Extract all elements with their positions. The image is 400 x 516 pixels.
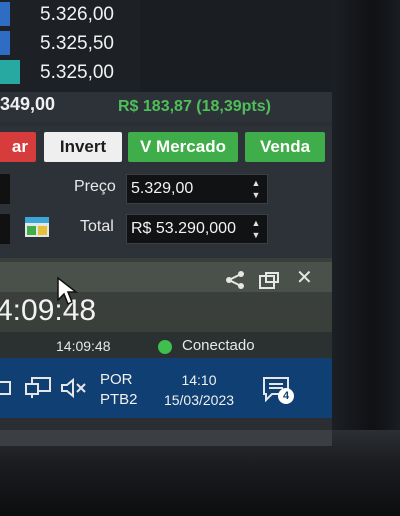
price-label: Preço — [74, 178, 116, 195]
connection-status-row: 14:09:48 Conectado — [0, 332, 332, 358]
system-clock[interactable]: 14:10 15/03/2023 — [154, 370, 244, 410]
server-clock: 4:09:48 — [0, 294, 97, 327]
total-stepper[interactable]: ▲ ▼ — [251, 217, 261, 241]
mouse-cursor-icon — [57, 276, 78, 306]
total-value: R$ 53.290,000 — [131, 220, 236, 237]
invert-button[interactable]: Invert — [44, 132, 122, 162]
order-buttons: ar Invert V Mercado Venda — [0, 126, 332, 166]
battery-icon[interactable] — [0, 376, 12, 400]
order-book-price: 5.326,00 — [40, 4, 114, 25]
input-language[interactable]: POR PTB2 — [100, 370, 138, 410]
connection-status: Conectado — [182, 337, 255, 354]
quantity-field[interactable] — [0, 174, 10, 204]
volume-bar — [0, 2, 10, 26]
order-form: Preço 5.329,00 ▲ ▼ Total R$ 53.290,000 ▲ ▼ — [0, 166, 332, 258]
system-date: 15/03/2023 — [163, 392, 235, 408]
price-value: 5.329,00 — [131, 180, 194, 197]
order-book-price: 5.325,00 — [40, 62, 114, 83]
volume-bar — [0, 31, 10, 55]
order-book: 5.326,00 5.325,50 5.325,00 — [0, 0, 140, 92]
keyboard-layout: PTB2 — [100, 391, 138, 408]
price-input[interactable]: 5.329,00 ▲ ▼ — [126, 174, 268, 204]
system-time: 14:10 — [181, 372, 217, 388]
monitor-lip — [0, 430, 332, 446]
close-icon[interactable]: ✕ — [296, 265, 313, 290]
calculator-icon[interactable] — [24, 216, 50, 238]
sell-market-button[interactable]: V Mercado — [128, 132, 238, 162]
volume-muted-icon[interactable] — [60, 376, 88, 400]
order-book-row[interactable]: 5.325,50 — [0, 29, 140, 57]
stop-field[interactable] — [0, 214, 10, 244]
share-icon[interactable] — [224, 270, 246, 290]
panel-toolbar: ✕ — [0, 262, 332, 292]
notification-count-badge: 4 — [278, 388, 294, 404]
status-panel: ✕ 4:09:48 14:09:48 Conectado — [0, 258, 332, 358]
position-value: 349,00 — [0, 94, 56, 114]
zerar-button[interactable]: ar — [0, 132, 36, 162]
total-label: Total — [80, 218, 114, 235]
screen: 5.326,00 5.325,50 5.325,00 349,00 R$ 183… — [0, 0, 332, 430]
popout-icon[interactable] — [258, 271, 280, 291]
connection-status-dot — [158, 340, 172, 354]
windows-taskbar: POR PTB2 14:10 15/03/2023 4 — [0, 358, 332, 418]
price-stepper[interactable]: ▲ ▼ — [251, 177, 261, 201]
language-code: POR — [100, 371, 133, 388]
order-book-price: 5.325,50 — [40, 33, 114, 54]
chart-area — [140, 0, 332, 92]
status-clock: 14:09:48 — [56, 338, 111, 354]
total-input[interactable]: R$ 53.290,000 ▲ ▼ — [126, 214, 268, 244]
volume-bar — [0, 60, 20, 84]
order-book-row[interactable]: 5.326,00 — [0, 0, 140, 28]
profit-value: R$ 183,87 (18,39pts) — [118, 98, 271, 115]
network-icon[interactable] — [24, 376, 52, 400]
position-summary: 349,00 R$ 183,87 (18,39pts) — [0, 92, 332, 122]
sell-button[interactable]: Venda — [245, 132, 325, 162]
order-book-row[interactable]: 5.325,00 — [0, 58, 140, 86]
